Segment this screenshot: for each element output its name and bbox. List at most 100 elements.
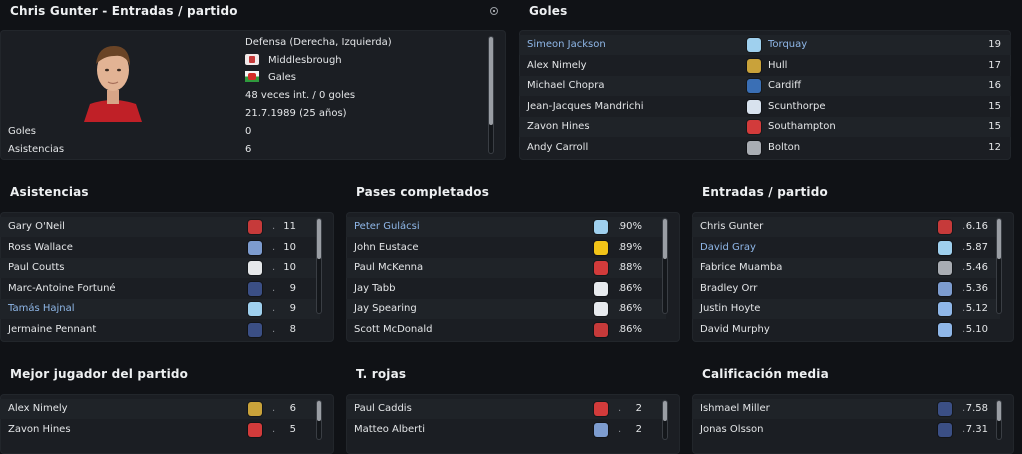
qpr-badge-icon (248, 240, 262, 255)
list-item[interactable]: Peter Gulácsi. 90% (346, 217, 666, 237)
player-name-link[interactable]: Marc-Antoine Fortuné (8, 279, 116, 299)
player-name-link[interactable]: Bradley Orr (700, 279, 757, 299)
club-name-link[interactable]: Cardiff (768, 76, 801, 96)
list-scrollbar[interactable] (316, 400, 322, 440)
list-item[interactable]: Justin Hoyte. 5.12 (692, 299, 1000, 319)
player-name-link[interactable]: Scott McDonald (354, 320, 433, 340)
player-name-link[interactable]: Alex Nimely (8, 399, 68, 419)
wales-flag-icon (245, 71, 259, 82)
list-item[interactable]: Ross Wallace. 10 (0, 238, 320, 258)
list-item[interactable]: David Murphy. 5.10 (692, 320, 1000, 340)
coventry-badge-icon (938, 302, 952, 316)
list-item[interactable]: Alex Nimely. 6 (0, 399, 320, 419)
player-name-link[interactable]: Tamás Hajnal (8, 299, 75, 319)
cardiff-badge-icon (747, 79, 761, 93)
scrollbar-thumb[interactable] (317, 219, 321, 259)
player-card-scrollbar[interactable] (488, 36, 494, 154)
player-dob: 21.7.1989 (25 años) (245, 108, 347, 119)
scrollbar-thumb[interactable] (663, 219, 667, 259)
player-club[interactable]: Middlesbrough (268, 55, 342, 66)
assists-panel-title: Asistencias (10, 185, 89, 199)
player-name-link[interactable]: Justin Hoyte (700, 299, 760, 319)
scrollbar-thumb[interactable] (997, 219, 1001, 259)
separator-dot: . (962, 403, 966, 414)
club-name-link[interactable]: Hull (768, 56, 787, 76)
player-name-link[interactable]: David Gray (700, 238, 756, 258)
list-scrollbar[interactable] (316, 218, 322, 314)
wba-badge-icon (938, 402, 952, 416)
club-name-link[interactable]: Scunthorpe (768, 97, 826, 117)
scrollbar-thumb[interactable] (997, 401, 1001, 421)
player-name-link[interactable]: Chris Gunter (700, 217, 763, 237)
club-name-link[interactable]: Bolton (768, 138, 800, 158)
player-panel-title: Chris Gunter - Entradas / partido (10, 4, 238, 18)
panel-option-radio[interactable] (490, 7, 498, 15)
player-name-link[interactable]: Michael Chopra (527, 76, 605, 96)
list-item[interactable]: Bradley Orr. 5.36 (692, 279, 1000, 299)
avg-rating-list: Ishmael Miller. 7.58 Jonas Olsson. 7.31 (692, 394, 1014, 454)
stat-assists-label: Asistencias (8, 144, 65, 155)
list-item[interactable]: Gary O'Neil. 11 (0, 217, 320, 237)
list-scrollbar[interactable] (662, 218, 668, 314)
player-portrait (84, 46, 142, 122)
list-item[interactable]: Ishmael Miller. 7.58 (692, 399, 1000, 419)
list-item[interactable]: Jean-Jacques Mandrichi Scunthorpe 15 (519, 97, 1011, 117)
separator-dot: . (962, 262, 966, 273)
list-item[interactable]: Alex Nimely Hull 17 (519, 56, 1011, 76)
list-scrollbar[interactable] (996, 400, 1002, 440)
separator-dot: . (272, 241, 276, 253)
wba-badge-icon (248, 281, 262, 296)
player-name-link[interactable]: Ishmael Miller (700, 399, 770, 419)
red-cards-list: Paul Caddis. 2 Matteo Alberti. 2 (346, 394, 680, 454)
list-item[interactable]: Tamás Hajnal. 9 (0, 299, 320, 319)
list-item[interactable]: John Eustace. 89% (346, 238, 666, 258)
list-item[interactable]: Paul Coutts. 10 (0, 258, 320, 278)
scrollbar-thumb[interactable] (317, 401, 321, 421)
list-item[interactable]: Jay Spearing. 86% (346, 299, 666, 319)
list-item[interactable]: Marc-Antoine Fortuné. 9 (0, 279, 320, 299)
club-name-link[interactable]: Torquay (768, 35, 807, 55)
club-name-link[interactable]: Southampton (768, 117, 836, 137)
player-name-link[interactable]: Jay Spearing (354, 299, 417, 319)
player-nation[interactable]: Gales (268, 72, 296, 83)
player-name-link[interactable]: Paul McKenna (354, 258, 423, 278)
list-item[interactable]: Paul Caddis. 2 (346, 399, 666, 419)
player-name-link[interactable]: Alex Nimely (527, 56, 587, 76)
middlesbrough-badge-icon (594, 322, 608, 337)
player-name-link[interactable]: Jay Tabb (354, 279, 395, 299)
list-item[interactable]: Zavon Hines Southampton 15 (519, 117, 1011, 137)
list-item[interactable]: Fabrice Muamba. 5.46 (692, 258, 1000, 278)
stat-value: 19 (988, 39, 1001, 50)
list-scrollbar[interactable] (662, 400, 668, 440)
list-scrollbar[interactable] (996, 218, 1002, 314)
separator-dot: . (272, 303, 276, 314)
goals-list: Simeon Jackson Torquay 19 Alex Nimely Hull 17… (519, 30, 1011, 160)
player-name-link[interactable]: Ross Wallace (8, 238, 73, 258)
list-item[interactable]: Paul McKenna. 88% (346, 258, 666, 278)
player-name-link[interactable]: Simeon Jackson (527, 35, 606, 55)
stat-value: 2 (635, 403, 642, 414)
list-item[interactable]: Jermaine Pennant. 8 (0, 320, 320, 340)
player-name-link[interactable]: Jean-Jacques Mandrichi (527, 97, 643, 117)
list-item[interactable]: Michael Chopra Cardiff 16 (519, 76, 1011, 96)
bolton-badge-icon (747, 140, 761, 155)
list-item[interactable]: Simeon Jackson Torquay 19 (519, 35, 1011, 55)
list-item[interactable]: David Gray. 5.87 (692, 238, 1000, 258)
player-name-link[interactable]: Fabrice Muamba (700, 258, 782, 278)
stat-value: 89% (619, 241, 642, 253)
player-name-link[interactable]: Peter Gulácsi (354, 217, 420, 237)
player-name-link[interactable]: John Eustace (354, 238, 419, 258)
player-name-link[interactable]: Zavon Hines (527, 117, 590, 137)
scrollbar-thumb[interactable] (663, 401, 667, 421)
player-name-link[interactable]: Paul Coutts (8, 258, 65, 278)
player-name-link[interactable]: David Murphy (700, 320, 770, 340)
player-name-link[interactable]: Jermaine Pennant (8, 320, 96, 340)
player-name-link[interactable]: Paul Caddis (354, 399, 412, 419)
list-item[interactable]: Jay Tabb. 86% (346, 279, 666, 299)
list-item[interactable]: Scott McDonald. 86% (346, 320, 666, 340)
list-item[interactable]: Andy Carroll Bolton 12 (519, 138, 1011, 158)
list-item[interactable]: Chris Gunter. 6.16 (692, 217, 1000, 237)
player-name-link[interactable]: Andy Carroll (527, 138, 588, 158)
watford-badge-icon (594, 240, 608, 255)
player-name-link[interactable]: Gary O'Neil (8, 217, 65, 237)
